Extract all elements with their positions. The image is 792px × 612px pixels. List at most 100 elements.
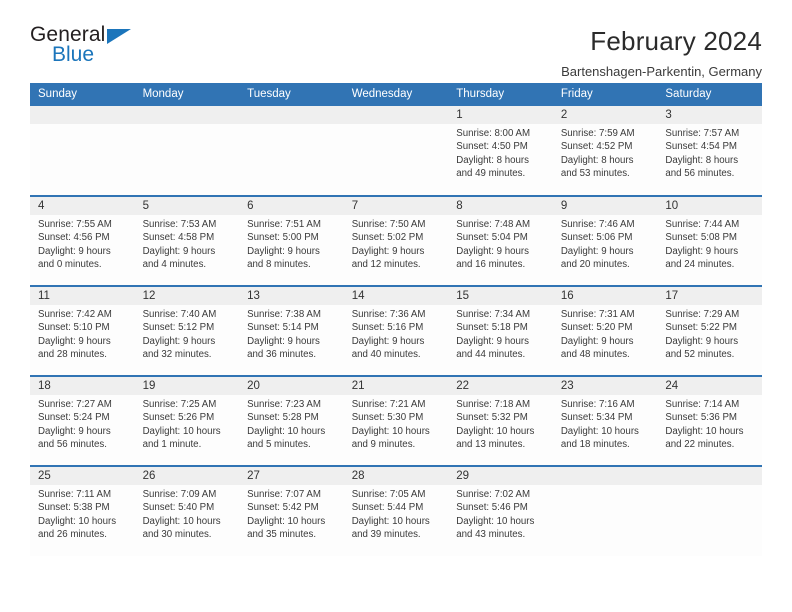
day-details: Sunrise: 8:00 AM Sunset: 4:50 PM Daylight:… bbox=[448, 124, 553, 181]
calendar-day-cell-empty bbox=[30, 106, 135, 196]
calendar-day-cell[interactable]: 8 Sunrise: 7:48 AM Sunset: 5:04 PM Daylight… bbox=[448, 195, 553, 286]
daylight-duration-line2: and 28 minutes. bbox=[38, 349, 107, 361]
daylight-duration-line1: Daylight: 10 hours bbox=[351, 515, 430, 527]
sunrise-time: Sunrise: 7:34 AM bbox=[456, 309, 531, 320]
calendar-day-cell[interactable]: 5 Sunrise: 7:53 AM Sunset: 4:58 PM Daylight… bbox=[134, 195, 240, 286]
weekday-header-wednesday: Wednesday bbox=[343, 83, 449, 106]
weekday-header-friday: Friday bbox=[552, 83, 658, 106]
weekday-header-thursday: Thursday bbox=[448, 83, 553, 106]
day-number: 27 bbox=[239, 467, 344, 485]
sunset-time: Sunset: 5:34 PM bbox=[560, 412, 633, 424]
calendar-day-cell[interactable]: 3 Sunrise: 7:57 AM Sunset: 4:54 PM Daylight… bbox=[657, 106, 762, 196]
sunset-time: Sunset: 5:16 PM bbox=[351, 322, 424, 334]
calendar-day-cell[interactable]: 2 Sunrise: 7:59 AM Sunset: 4:52 PM Daylight… bbox=[552, 106, 658, 196]
calendar-day-cell[interactable]: 9 Sunrise: 7:46 AM Sunset: 5:06 PM Daylight… bbox=[552, 195, 658, 286]
daylight-duration-line2: and 40 minutes. bbox=[351, 349, 421, 361]
calendar-day-cell[interactable]: 23 Sunrise: 7:16 AM Sunset: 5:34 PM Dayligh… bbox=[552, 375, 658, 466]
daylight-duration-line2: and 16 minutes. bbox=[456, 259, 526, 271]
sunset-time: Sunset: 5:12 PM bbox=[142, 322, 215, 334]
daylight-duration-line1: Daylight: 10 hours bbox=[665, 425, 744, 437]
sunrise-time: Sunrise: 7:40 AM bbox=[142, 309, 217, 320]
daylight-duration-line1: Daylight: 10 hours bbox=[456, 515, 535, 527]
calendar-day-cell[interactable]: 7 Sunrise: 7:50 AM Sunset: 5:02 PM Daylight… bbox=[343, 195, 449, 286]
calendar-day-cell[interactable]: 1 Sunrise: 8:00 AM Sunset: 4:50 PM Daylight… bbox=[448, 106, 553, 196]
calendar-day-cell-empty bbox=[657, 465, 762, 556]
calendar-day-cell[interactable]: 29 Sunrise: 7:02 AM Sunset: 5:46 PM Dayligh… bbox=[448, 465, 553, 556]
logo-text-blue: Blue bbox=[52, 43, 95, 66]
calendar-day-cell[interactable]: 10 Sunrise: 7:44 AM Sunset: 5:08 PM Dayligh… bbox=[657, 195, 762, 286]
calendar-page: General Blue February 2024 Bartenshagen-… bbox=[0, 0, 792, 612]
calendar-day-cell[interactable]: 27 Sunrise: 7:07 AM Sunset: 5:42 PM Dayligh… bbox=[239, 465, 344, 556]
sunrise-time: Sunrise: 7:46 AM bbox=[560, 219, 635, 230]
day-details: Sunrise: 7:02 AM Sunset: 5:46 PM Daylight:… bbox=[448, 485, 553, 542]
sunrise-time: Sunrise: 7:42 AM bbox=[38, 309, 112, 320]
general-blue-logo[interactable]: General Blue bbox=[30, 24, 140, 70]
calendar-day-cell[interactable]: 12 Sunrise: 7:40 AM Sunset: 5:12 PM Dayligh… bbox=[134, 285, 240, 376]
day-number: 26 bbox=[134, 467, 240, 485]
daylight-duration-line2: and 56 minutes. bbox=[665, 168, 735, 180]
calendar-day-cell[interactable]: 13 Sunrise: 7:38 AM Sunset: 5:14 PM Dayligh… bbox=[239, 285, 344, 376]
daylight-duration-line1: Daylight: 10 hours bbox=[38, 515, 117, 527]
daylight-duration-line2: and 0 minutes. bbox=[38, 259, 102, 271]
daylight-duration-line2: and 4 minutes. bbox=[142, 259, 207, 271]
sunrise-time: Sunrise: 7:44 AM bbox=[665, 219, 740, 230]
calendar-day-cell[interactable]: 18 Sunrise: 7:27 AM Sunset: 5:24 PM Dayligh… bbox=[30, 375, 135, 466]
sunrise-time: Sunrise: 7:16 AM bbox=[560, 399, 635, 410]
calendar-day-cell[interactable]: 21 Sunrise: 7:21 AM Sunset: 5:30 PM Dayligh… bbox=[343, 375, 449, 466]
daylight-duration-line2: and 8 minutes. bbox=[247, 259, 311, 271]
day-number: 24 bbox=[657, 377, 762, 395]
calendar-day-cell[interactable]: 22 Sunrise: 7:18 AM Sunset: 5:32 PM Dayligh… bbox=[448, 375, 553, 466]
calendar-day-cell[interactable]: 15 Sunrise: 7:34 AM Sunset: 5:18 PM Dayligh… bbox=[448, 285, 553, 376]
sunset-time: Sunset: 5:10 PM bbox=[38, 322, 110, 334]
day-number: 1 bbox=[448, 106, 553, 124]
daylight-duration-line1: Daylight: 8 hours bbox=[665, 154, 739, 166]
daylight-duration-line2: and 43 minutes. bbox=[456, 529, 526, 541]
sunset-time: Sunset: 5:36 PM bbox=[665, 412, 737, 424]
day-number-band bbox=[134, 106, 240, 124]
calendar-week-row: 1 Sunrise: 8:00 AM Sunset: 4:50 PM Daylight… bbox=[30, 106, 762, 196]
calendar-day-cell-empty bbox=[552, 465, 658, 556]
day-details: Sunrise: 7:23 AM Sunset: 5:28 PM Daylight:… bbox=[239, 395, 344, 452]
calendar-day-cell[interactable]: 4 Sunrise: 7:55 AM Sunset: 4:56 PM Daylight… bbox=[30, 195, 135, 286]
sunrise-time: Sunrise: 7:05 AM bbox=[351, 489, 426, 500]
day-details: Sunrise: 7:29 AM Sunset: 5:22 PM Daylight:… bbox=[657, 305, 762, 362]
calendar-day-cell[interactable]: 14 Sunrise: 7:36 AM Sunset: 5:16 PM Dayligh… bbox=[343, 285, 449, 376]
calendar-day-cell[interactable]: 17 Sunrise: 7:29 AM Sunset: 5:22 PM Dayligh… bbox=[657, 285, 762, 376]
daylight-duration-line1: Daylight: 9 hours bbox=[247, 245, 320, 257]
day-number-band bbox=[239, 106, 344, 124]
sunset-time: Sunset: 4:58 PM bbox=[142, 232, 215, 244]
page-header: General Blue February 2024 Bartenshagen-… bbox=[30, 0, 762, 80]
calendar-day-cell[interactable]: 19 Sunrise: 7:25 AM Sunset: 5:26 PM Dayligh… bbox=[134, 375, 240, 466]
calendar-day-cell[interactable]: 28 Sunrise: 7:05 AM Sunset: 5:44 PM Dayligh… bbox=[343, 465, 449, 556]
day-details: Sunrise: 7:42 AM Sunset: 5:10 PM Daylight:… bbox=[30, 305, 135, 362]
daylight-duration-line1: Daylight: 9 hours bbox=[142, 245, 216, 257]
daylight-duration-line1: Daylight: 9 hours bbox=[142, 335, 216, 347]
sunset-time: Sunset: 5:44 PM bbox=[351, 502, 424, 514]
daylight-duration-line1: Daylight: 10 hours bbox=[456, 425, 535, 437]
calendar-week-row: 11 Sunrise: 7:42 AM Sunset: 5:10 PM Dayligh… bbox=[30, 285, 762, 376]
daylight-duration-line2: and 12 minutes. bbox=[351, 259, 421, 271]
daylight-duration-line2: and 18 minutes. bbox=[560, 439, 630, 451]
calendar-day-cell[interactable]: 24 Sunrise: 7:14 AM Sunset: 5:36 PM Dayligh… bbox=[657, 375, 762, 466]
calendar-day-cell[interactable]: 20 Sunrise: 7:23 AM Sunset: 5:28 PM Dayligh… bbox=[239, 375, 344, 466]
day-details: Sunrise: 7:21 AM Sunset: 5:30 PM Daylight:… bbox=[344, 395, 449, 452]
sunrise-time: Sunrise: 7:07 AM bbox=[247, 489, 321, 500]
day-number-band bbox=[552, 467, 658, 485]
sunset-time: Sunset: 5:04 PM bbox=[456, 232, 528, 244]
sunrise-time: Sunrise: 8:00 AM bbox=[456, 128, 531, 139]
calendar-day-cell[interactable]: 26 Sunrise: 7:09 AM Sunset: 5:40 PM Dayligh… bbox=[134, 465, 240, 556]
day-number: 12 bbox=[134, 287, 240, 305]
daylight-duration-line2: and 36 minutes. bbox=[247, 349, 317, 361]
calendar-day-cell[interactable]: 25 Sunrise: 7:11 AM Sunset: 5:38 PM Dayligh… bbox=[30, 465, 135, 556]
daylight-duration-line2: and 48 minutes. bbox=[560, 349, 630, 361]
calendar-day-cell[interactable]: 16 Sunrise: 7:31 AM Sunset: 5:20 PM Dayligh… bbox=[552, 285, 658, 376]
daylight-duration-line1: Daylight: 9 hours bbox=[560, 245, 634, 257]
calendar-day-cell[interactable]: 6 Sunrise: 7:51 AM Sunset: 5:00 PM Daylight… bbox=[239, 195, 344, 286]
day-number: 3 bbox=[657, 106, 762, 124]
sunset-time: Sunset: 4:50 PM bbox=[456, 141, 528, 153]
day-number: 20 bbox=[239, 377, 344, 395]
sunset-time: Sunset: 5:26 PM bbox=[142, 412, 215, 424]
calendar-day-cell[interactable]: 11 Sunrise: 7:42 AM Sunset: 5:10 PM Dayligh… bbox=[30, 285, 135, 376]
day-number: 7 bbox=[343, 197, 449, 215]
daylight-duration-line1: Daylight: 9 hours bbox=[456, 245, 529, 257]
